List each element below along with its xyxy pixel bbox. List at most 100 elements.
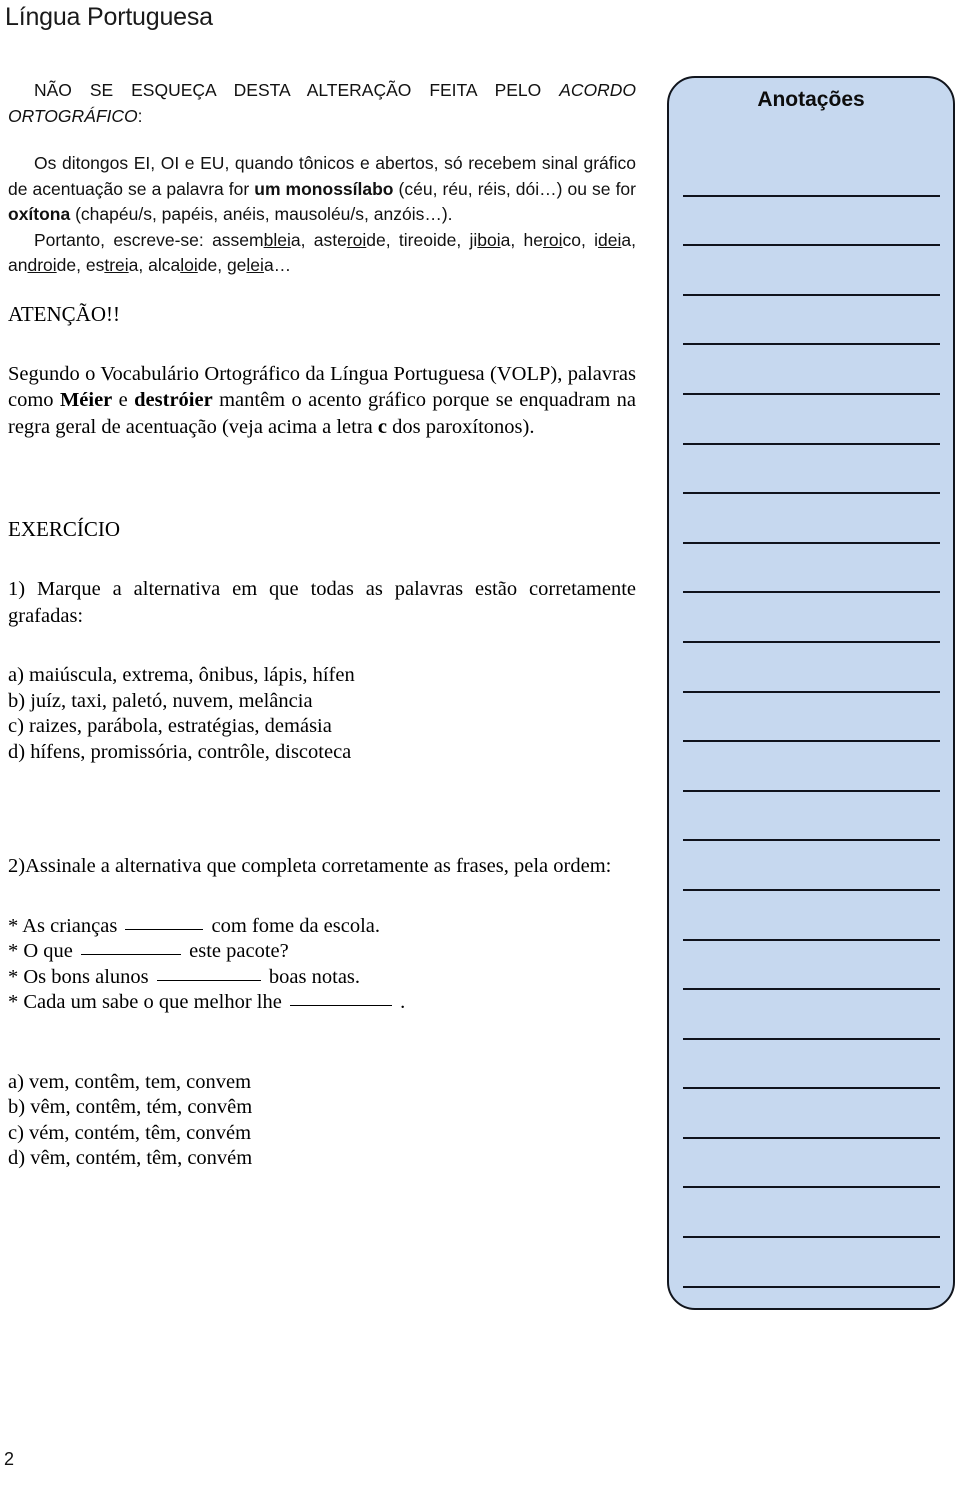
- note-line[interactable]: [683, 941, 940, 991]
- note-line[interactable]: [683, 296, 940, 346]
- note-line[interactable]: [683, 345, 940, 395]
- question-2-option[interactable]: b) vêm, contêm, tém, convêm: [8, 1095, 636, 1121]
- rule-paragraph-1: Os ditongos EI, OI e EU, quando tônicos …: [8, 151, 636, 228]
- note-line[interactable]: [683, 643, 940, 693]
- note-line[interactable]: [683, 593, 940, 643]
- page-title: Língua Portuguesa: [5, 3, 213, 31]
- question-1-options[interactable]: a) maiúscula, extrema, ônibus, lápis, hí…: [8, 663, 636, 765]
- question-2-statement: 2)Assinale a alternativa que completa co…: [8, 855, 612, 877]
- rule-word-suffix: a,: [290, 229, 314, 250]
- rule-word-prefix: an: [8, 255, 28, 275]
- rule-word-suffix: de,: [366, 229, 399, 250]
- note-line[interactable]: [683, 1288, 940, 1338]
- notice-text-plain: NÃO SE ESQUEÇA DESTA ALTERAÇÃO FEITA PEL…: [34, 80, 560, 100]
- rule-p1-part-c: (chapéu/s, papéis, anéis, mausoléu/s, an…: [70, 204, 453, 224]
- note-line[interactable]: [683, 891, 940, 941]
- note-line[interactable]: [683, 1188, 940, 1239]
- attention-part-d: dos paroxítonos).: [387, 415, 535, 438]
- rule-word-diphthong: dei: [598, 229, 622, 250]
- rule-word-suffix: a,: [128, 255, 149, 275]
- sentence-prefix: * O que: [8, 940, 79, 962]
- question-1-option[interactable]: d) hífens, promissória, contrôle, discot…: [8, 740, 636, 766]
- note-line[interactable]: [683, 246, 940, 296]
- notice-colon: :: [137, 105, 143, 126]
- fill-in-sentence: * Os bons alunos boas notas.: [8, 965, 636, 991]
- rule-word-diphthong: lei: [246, 255, 264, 275]
- fill-in-blank[interactable]: [156, 979, 261, 981]
- sentence-prefix: * As crianças: [8, 914, 123, 937]
- question-1-statement: 1) Marque a alternativa em que todas as …: [8, 578, 636, 627]
- rule-word-diphthong: boi: [477, 229, 501, 250]
- rule-word-diphthong: blei: [263, 229, 291, 250]
- note-line[interactable]: [683, 147, 940, 197]
- rule-word: geleia…: [227, 255, 291, 275]
- note-line[interactable]: [683, 693, 940, 743]
- rule-word-suffix: de,: [56, 255, 86, 275]
- question-2-option[interactable]: a) vem, contêm, tem, convem: [8, 1070, 636, 1096]
- rule-word-suffix: ,: [456, 229, 470, 250]
- rule-word: tireoide,: [399, 230, 470, 250]
- rule-word: asteroide,: [314, 230, 399, 250]
- question-1-option[interactable]: b) juíz, taxi, paletó, nuvem, melância: [8, 689, 636, 715]
- sentence-suffix: .: [394, 991, 406, 1013]
- fill-in-sentence: * O que este pacote?: [8, 939, 636, 965]
- note-line[interactable]: [683, 841, 940, 891]
- question-2-sentences[interactable]: * As crianças com fome da escola. * O que…: [8, 914, 636, 1016]
- notes-ruled-lines[interactable]: [683, 147, 940, 1294]
- sentence-suffix: este pacote?: [184, 940, 289, 962]
- note-line[interactable]: [683, 1040, 940, 1090]
- sentence-prefix: * Os bons alunos: [8, 965, 154, 988]
- rule-word-diphthong: trei: [104, 255, 129, 275]
- rule-paragraph-2: Portanto, escreve-se: assembleia, astero…: [8, 228, 636, 279]
- note-line[interactable]: [683, 395, 940, 445]
- rule-paragraphs: Os ditongos EI, OI e EU, quando tônicos …: [8, 151, 636, 279]
- note-line[interactable]: [683, 990, 940, 1040]
- rule-word: alcaloide,: [148, 255, 227, 275]
- note-line[interactable]: [683, 1238, 940, 1288]
- main-content-column: NÃO SE ESQUEÇA DESTA ALTERAÇÃO FEITA PEL…: [8, 78, 636, 1172]
- rule-p1-part-b: (céu, réu, réis, dói…) ou se for: [393, 178, 636, 199]
- attention-part-b: e: [112, 389, 135, 411]
- note-line[interactable]: [683, 544, 940, 594]
- question-1-option[interactable]: a) maiúscula, extrema, ônibus, lápis, hí…: [8, 663, 636, 689]
- rule-word-diphthong: loi: [180, 255, 198, 275]
- rule-word-prefix: alca: [148, 255, 181, 275]
- fill-in-blank[interactable]: [289, 1005, 392, 1006]
- question-2-option[interactable]: c) vém, contém, têm, convém: [8, 1121, 636, 1147]
- rule-word: estreia,: [86, 255, 148, 275]
- rule-word-diphthong: droi: [27, 255, 57, 275]
- question-2-options[interactable]: a) vem, contêm, tem, convem b) vêm, contê…: [8, 1070, 636, 1172]
- notes-panel-title: Anotações: [757, 88, 865, 111]
- accord-notice: NÃO SE ESQUEÇA DESTA ALTERAÇÃO FEITA PEL…: [8, 78, 636, 129]
- question-1-option[interactable]: c) raizes, parábola, estratégias, demási…: [8, 714, 636, 740]
- rule-word: ideia,: [594, 230, 636, 250]
- rule-word-suffix: a…: [263, 255, 292, 275]
- rule-p2-lead: Portanto, escreve-se:: [34, 229, 213, 250]
- rule-word-prefix: assem: [212, 229, 264, 250]
- fill-in-blank[interactable]: [125, 928, 204, 930]
- rule-p1-bold-oxitona: oxítona: [8, 204, 71, 224]
- fill-in-blank[interactable]: [81, 954, 182, 955]
- question-2-option[interactable]: d) vêm, contém, têm, convém: [8, 1146, 636, 1172]
- note-line[interactable]: [683, 197, 940, 247]
- attention-bold-letter-c: c: [377, 415, 387, 438]
- rule-word: jiboia,: [470, 230, 524, 250]
- note-line[interactable]: [683, 1089, 940, 1139]
- rule-word-prefix: he: [523, 229, 544, 250]
- rule-p1-bold-monossilabo: um monossílabo: [254, 178, 394, 199]
- page-number: 2: [4, 1449, 15, 1469]
- attention-body: Segundo o Vocabulário Ortográfico da Lín…: [8, 361, 636, 441]
- note-line[interactable]: [683, 445, 940, 495]
- note-line[interactable]: [683, 792, 940, 842]
- rule-word-diphthong: roi: [346, 229, 367, 250]
- note-line[interactable]: [683, 494, 940, 544]
- note-line[interactable]: [683, 1139, 940, 1189]
- attention-bold-meier: Méier: [59, 389, 113, 411]
- sentence-suffix: boas notas.: [263, 965, 361, 988]
- rule-word-suffix: co,: [562, 229, 595, 250]
- rule-word-suffix: de,: [197, 255, 227, 275]
- attention-heading: ATENÇÃO!!: [8, 301, 120, 326]
- rule-word-suffix: a,: [621, 229, 636, 250]
- note-line[interactable]: [683, 742, 940, 792]
- exercise-heading: EXERCÍCIO: [8, 517, 120, 541]
